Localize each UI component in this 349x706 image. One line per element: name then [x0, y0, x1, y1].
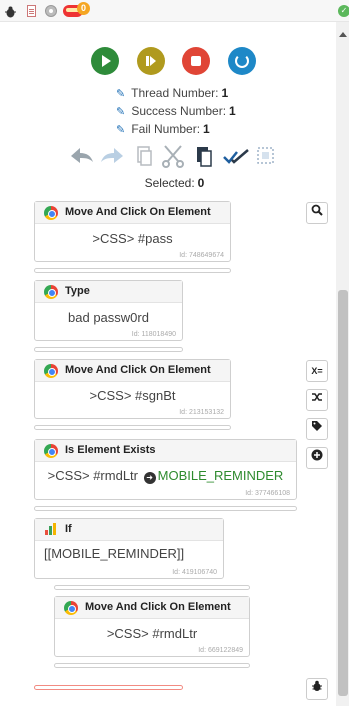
empty-drop-zone[interactable]	[34, 685, 183, 690]
variables-button[interactable]: X=	[306, 360, 328, 382]
chart-icon	[44, 523, 58, 537]
block-connector	[54, 663, 250, 668]
success-number: ✎ Success Number: 1	[116, 104, 236, 118]
block-body: >CSS> #rmdLtr ➜ MOBILE_REMINDER	[35, 468, 296, 484]
double-check-icon[interactable]	[222, 143, 250, 169]
block-body: >CSS> #rmdLtr	[55, 626, 249, 641]
shuffle-button[interactable]	[306, 389, 328, 411]
success-number-label: Success Number:	[131, 104, 227, 118]
block-move-and-click[interactable]: Move And Click On Element >CSS> #sgnBt I…	[34, 359, 231, 419]
block-header[interactable]: Type	[35, 281, 182, 303]
block-header[interactable]: Is Element Exists	[35, 440, 296, 462]
block-title: If	[65, 523, 72, 535]
pencil-icon[interactable]: ✎	[116, 87, 128, 100]
thread-number-label: Thread Number:	[131, 86, 219, 100]
block-title: Move And Click On Element	[65, 364, 211, 376]
reload-button[interactable]	[228, 47, 256, 75]
document-icon[interactable]	[27, 5, 36, 17]
paste-icon[interactable]	[195, 143, 213, 169]
chrome-icon	[44, 364, 58, 378]
chrome-icon	[44, 285, 58, 299]
block-target-variable: MOBILE_REMINDER	[157, 468, 284, 483]
block-body: >CSS> #pass	[35, 231, 230, 246]
selected-count: Selected: 0	[0, 176, 349, 190]
block-connector	[34, 425, 231, 430]
block-title: Move And Click On Element	[65, 206, 211, 218]
plus-circle-icon	[311, 449, 323, 461]
notification-badge: 0	[77, 2, 90, 15]
thread-number: ✎ Thread Number: 1	[116, 86, 228, 100]
extension-toolbar: 0 ✓	[0, 0, 349, 22]
block-connector	[34, 268, 231, 273]
copy-icon[interactable]	[135, 143, 153, 169]
block-title: Type	[65, 285, 90, 297]
block-selector: >CSS> #sgnBt	[89, 388, 176, 403]
block-id: Id: 669122849	[198, 647, 243, 654]
block-connector	[34, 347, 183, 352]
block-id: Id: 118018490	[131, 331, 176, 338]
block-move-and-click[interactable]: Move And Click On Element >CSS> #pass Id…	[34, 201, 231, 262]
add-button[interactable]	[306, 447, 328, 469]
scrollbar-thumb[interactable]	[338, 290, 348, 696]
selected-value: 0	[197, 176, 205, 190]
block-header[interactable]: Move And Click On Element	[35, 360, 230, 382]
shuffle-icon	[312, 393, 322, 401]
fail-number-value: 1	[203, 122, 210, 136]
block-id: Id: 419106740	[172, 569, 217, 576]
block-selector: >CSS> #pass	[92, 231, 173, 246]
select-area-icon[interactable]	[256, 143, 276, 169]
arrow-right-circle-icon: ➜	[143, 472, 156, 484]
chrome-icon	[44, 206, 58, 220]
scroll-up-arrow-icon[interactable]	[339, 32, 347, 37]
block-selector: >CSS> #rmdLtr	[106, 626, 198, 641]
pencil-icon[interactable]: ✎	[116, 105, 128, 118]
block-title: Move And Click On Element	[85, 601, 231, 613]
fail-number: ✎ Fail Number: 1	[116, 122, 210, 136]
block-condition: [[MOBILE_REMINDER]]	[44, 546, 185, 561]
pause-button[interactable]	[137, 47, 165, 75]
chrome-icon	[44, 444, 58, 458]
stop-button[interactable]	[182, 47, 210, 75]
block-text: bad passw0rd	[68, 310, 149, 325]
block-move-and-click[interactable]: Move And Click On Element >CSS> #rmdLtr …	[54, 596, 250, 657]
record-icon[interactable]	[45, 5, 57, 17]
block-body: bad passw0rd	[35, 310, 182, 325]
block-body: >CSS> #sgnBt	[35, 388, 230, 403]
chrome-icon	[64, 601, 78, 615]
tag-icon	[312, 421, 322, 431]
tag-button[interactable]	[306, 418, 328, 440]
scissors-icon[interactable]	[161, 143, 185, 169]
search-icon	[311, 204, 323, 216]
debug-button[interactable]	[306, 678, 328, 700]
success-number-value: 1	[229, 104, 236, 118]
selected-label: Selected:	[144, 176, 195, 190]
block-selector: >CSS> #rmdLtr	[47, 468, 138, 483]
block-id: Id: 213153132	[179, 409, 224, 416]
block-header[interactable]: Move And Click On Element	[55, 597, 249, 619]
fail-number-label: Fail Number:	[131, 122, 201, 136]
block-type[interactable]: Type bad passw0rd Id: 118018490	[34, 280, 183, 341]
block-header[interactable]: If	[35, 519, 223, 541]
redo-icon[interactable]	[99, 143, 127, 169]
block-connector	[54, 585, 250, 590]
block-body: [[MOBILE_REMINDER]]	[35, 546, 223, 561]
block-title: Is Element Exists	[65, 444, 156, 456]
play-button[interactable]	[91, 47, 119, 75]
bug-icon[interactable]	[5, 5, 16, 18]
block-id: Id: 377466108	[245, 490, 290, 497]
block-is-element-exists[interactable]: Is Element Exists >CSS> #rmdLtr ➜ MOBILE_…	[34, 439, 297, 500]
thread-number-value: 1	[221, 86, 229, 100]
pencil-icon[interactable]: ✎	[116, 123, 128, 136]
block-id: Id: 748649674	[179, 252, 224, 259]
block-connector	[34, 506, 297, 511]
undo-icon[interactable]	[67, 143, 95, 169]
block-if[interactable]: If [[MOBILE_REMINDER]] Id: 419106740	[34, 518, 224, 579]
status-ok-icon: ✓	[338, 5, 349, 17]
search-button[interactable]	[306, 202, 328, 224]
bug-icon	[312, 680, 322, 691]
block-header[interactable]: Move And Click On Element	[35, 202, 230, 224]
